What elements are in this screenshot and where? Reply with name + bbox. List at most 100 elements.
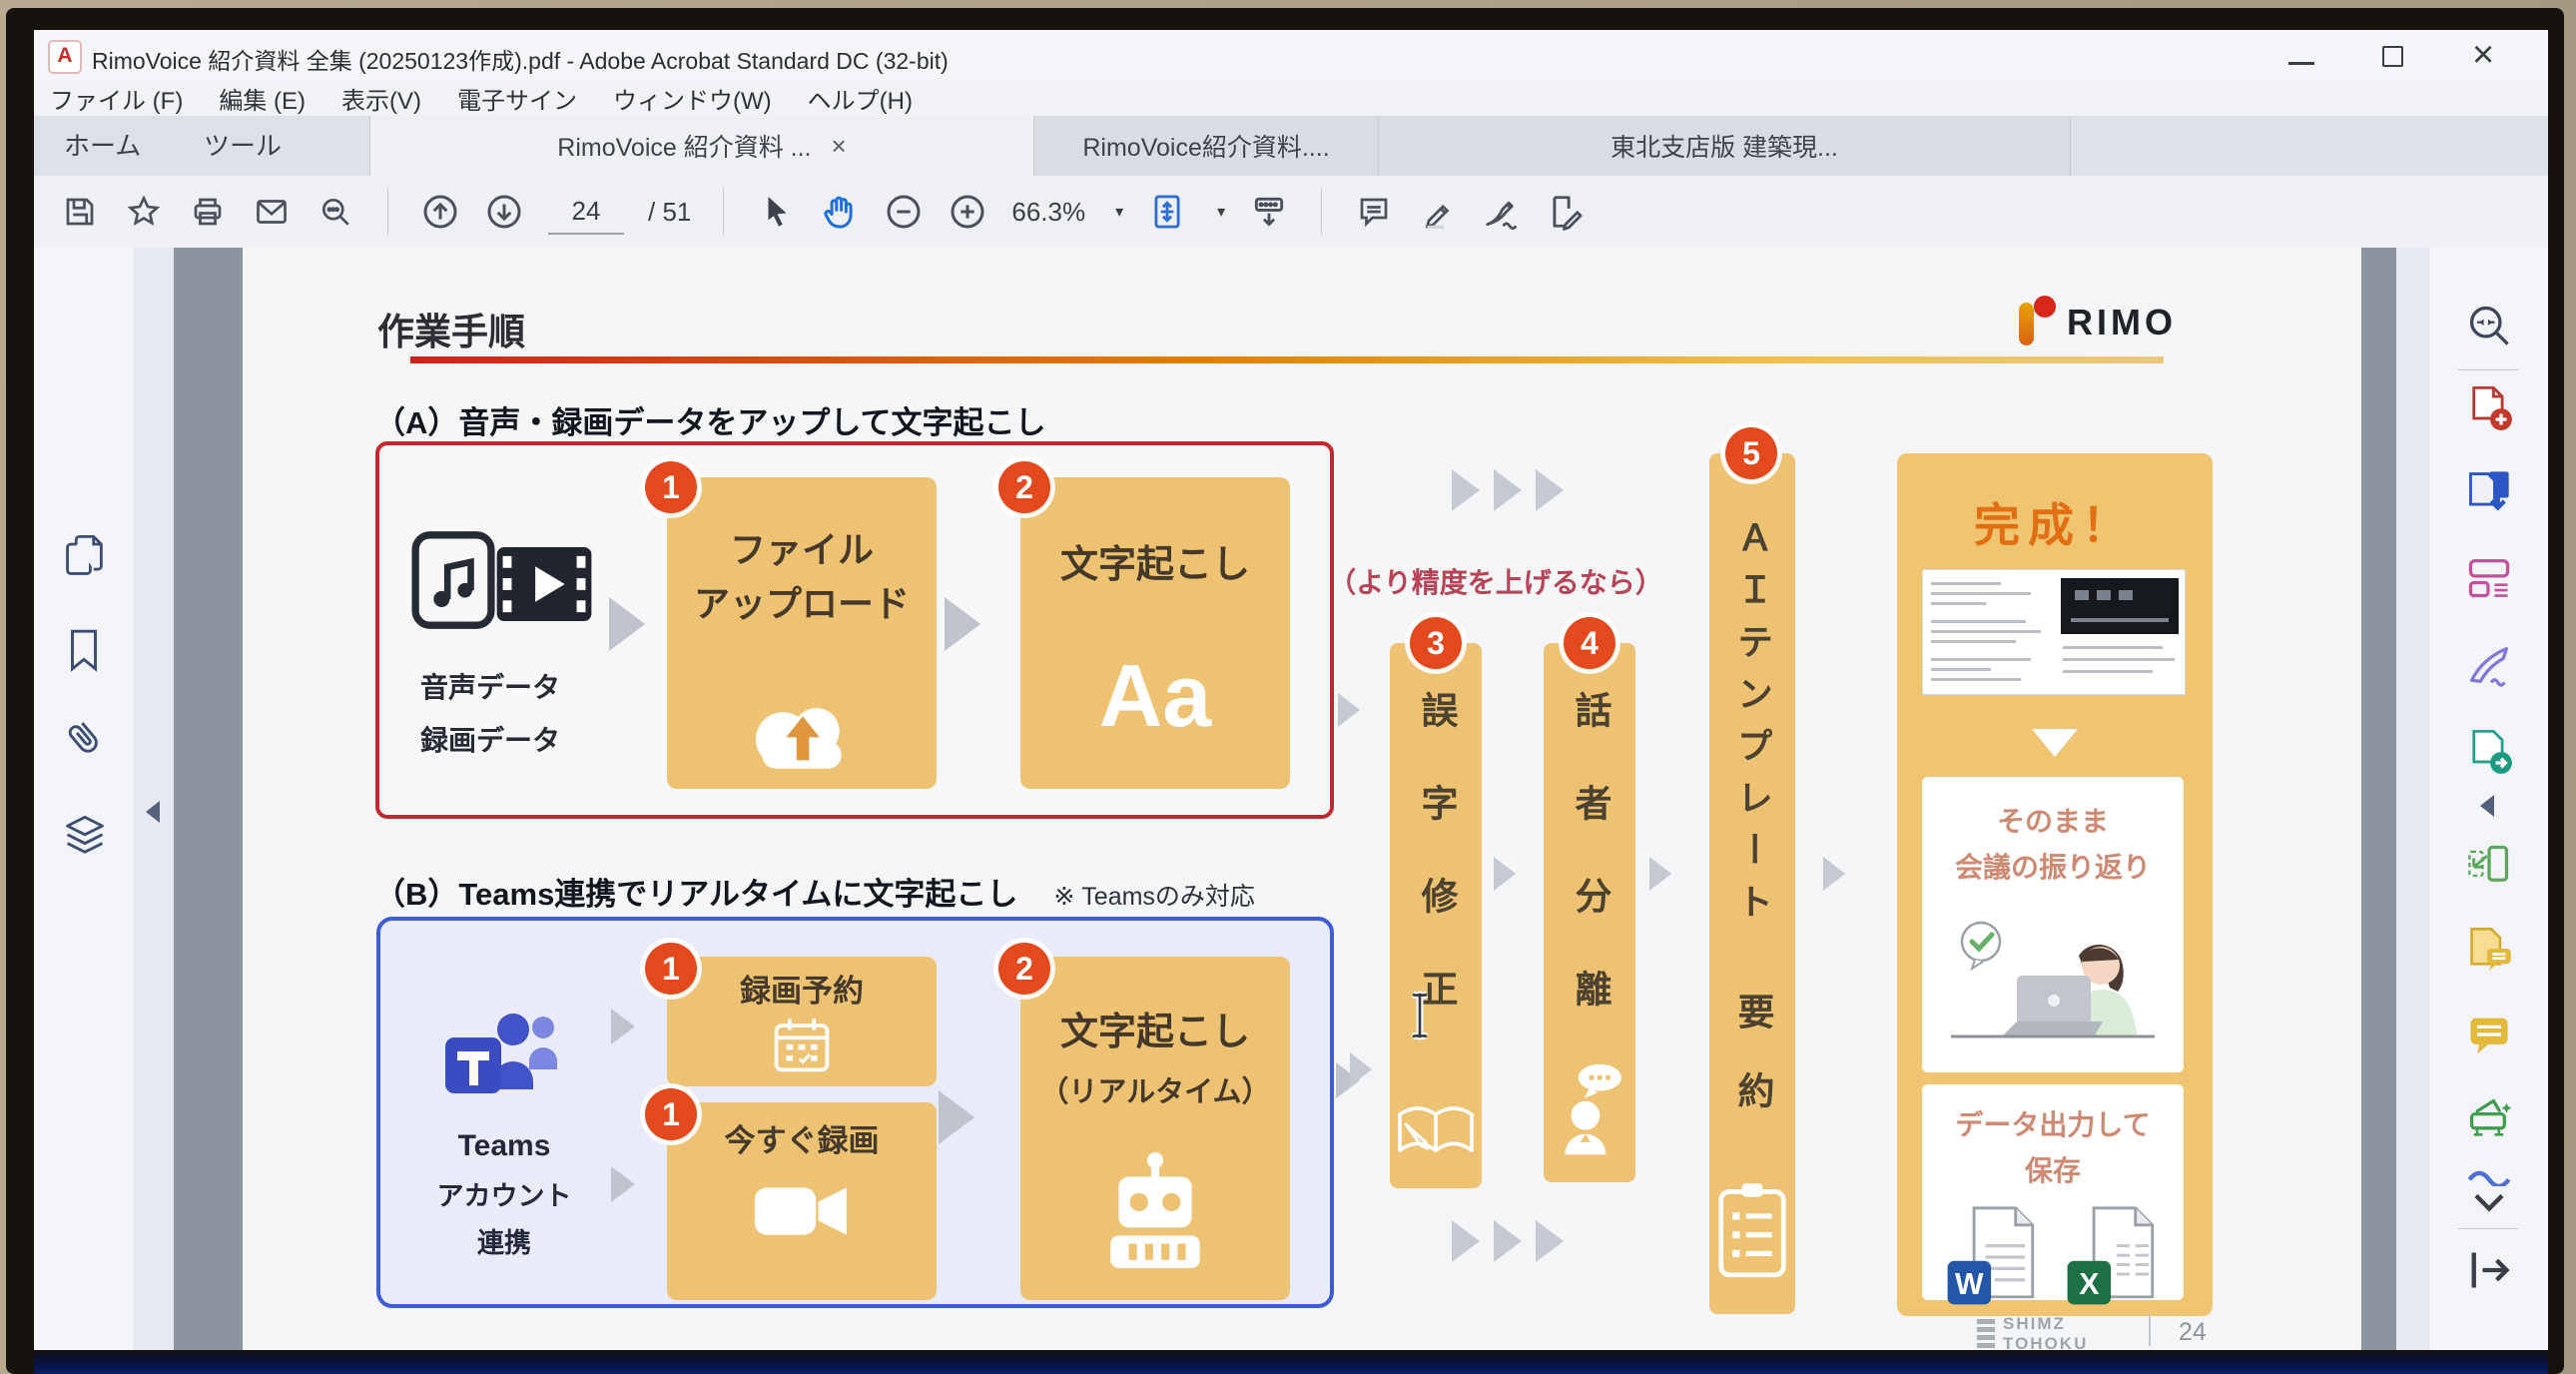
select-tool-icon[interactable] [756, 188, 796, 236]
print-icon[interactable] [188, 188, 228, 236]
create-pdf-icon[interactable] [2465, 383, 2513, 436]
rimo-logo: RIMO [2019, 296, 2179, 347]
step-badge-2b: 2 [998, 943, 1050, 995]
export-pdf-icon[interactable] [2465, 467, 2513, 520]
menu-edit[interactable]: 編集 (E) [219, 81, 306, 116]
edit-pdf-icon[interactable] [2465, 553, 2513, 606]
flow-arrow [1350, 1052, 1372, 1086]
star-icon[interactable] [124, 188, 164, 236]
expand-panel-icon[interactable] [2465, 1246, 2513, 1299]
highlight-icon[interactable] [1418, 188, 1458, 236]
find-zoom-icon[interactable] [2465, 302, 2513, 354]
email-icon[interactable] [252, 188, 292, 236]
step-badge-1b: 1 [645, 943, 697, 995]
result-column: 完成！ そのまま 会議の振り返り [1897, 453, 2213, 1316]
review-usage-card: そのまま 会議の振り返り [1922, 777, 2184, 1072]
panel-divider [2458, 369, 2518, 370]
attachments-icon[interactable] [62, 715, 106, 766]
organize-pages-icon[interactable] [2465, 841, 2513, 894]
menu-esign[interactable]: 電子サイン [457, 81, 577, 116]
restore-icon[interactable] [2382, 46, 2403, 67]
bookmarks-icon[interactable] [62, 627, 106, 678]
send-pdf-icon[interactable] [2465, 727, 2513, 780]
step-reserve-card: 録画予約 [667, 957, 937, 1086]
zoom-level-label[interactable]: 66.3% [1011, 197, 1085, 228]
review-document-icon[interactable] [2465, 925, 2513, 978]
doc-tab-label: RimoVoice紹介資料.... [1082, 128, 1329, 164]
cloud-upload-icon [739, 685, 865, 780]
doc-tab-3[interactable]: 東北支店版 建築現... [1378, 116, 2071, 176]
usage1-line1: そのまま [1922, 799, 2184, 845]
menu-help[interactable]: ヘルプ(H) [808, 81, 913, 116]
scan-ocr-icon[interactable] [2465, 1094, 2513, 1147]
tab-home[interactable]: ホーム [64, 116, 141, 176]
doc-tab-label: RimoVoice 紹介資料 ... [557, 128, 811, 164]
minimize-icon[interactable] [2288, 62, 2314, 65]
logo-line1: SHIMZ [2003, 1314, 2088, 1334]
step-badge-1: 1 [645, 461, 697, 513]
page-title: 作業手順 [377, 302, 525, 355]
step-transcribe-card: 文字起こし Aa [1020, 477, 1290, 789]
tab-tools[interactable]: ツール [204, 116, 282, 176]
more-tools-squiggle-icon[interactable] [2465, 1164, 2513, 1191]
layers-icon[interactable] [62, 813, 108, 866]
comment-icon[interactable] [1354, 188, 1394, 236]
previous-page-icon[interactable] [420, 188, 460, 236]
zoom-out-icon[interactable] [884, 188, 924, 236]
flow-arrow [609, 597, 645, 651]
realtime-label-line1: 文字起こし [1020, 957, 1290, 1061]
section-b-title: （B）Teams連携でリアルタイムに文字起こし [374, 877, 1017, 912]
collapse-left-panel-icon[interactable] [146, 801, 160, 823]
realtime-label-line2: （リアルタイム） [1020, 1071, 1290, 1115]
flow-arrow [1494, 469, 1522, 511]
shimizu-logo: SHIMZ TOHOKU [1977, 1314, 2088, 1350]
logo-line2: TOHOKU [2003, 1334, 2088, 1350]
menu-window[interactable]: ウィンドウ(W) [613, 81, 772, 116]
fit-caret-icon[interactable]: ▾ [1217, 202, 1225, 222]
flow-arrow [939, 1090, 974, 1144]
fill-sign-panel-icon[interactable] [2465, 641, 2513, 694]
next-page-icon[interactable] [484, 188, 524, 236]
ai-template-column: ＡＩテンプレート 要約 [1709, 453, 1795, 1314]
right-panel-strip [2396, 248, 2428, 1350]
save-icon[interactable] [60, 188, 100, 236]
usage1-line2: 会議の振り返り [1922, 845, 2184, 891]
menu-view[interactable]: 表示(V) [341, 81, 421, 116]
section-a-heading: （A）音声・録画データをアップして文字起こし [374, 397, 1045, 442]
fill-sign-icon[interactable] [1546, 188, 1586, 236]
ai-template-label: ＡＩテンプレート [1726, 519, 1778, 935]
usage2-line2: 保存 [1922, 1148, 2184, 1194]
teams-account-labels: Teams アカウント 連携 [409, 1120, 599, 1267]
usage2-line1: データ出力して [1922, 1102, 2184, 1148]
menu-file[interactable]: ファイル (F) [50, 81, 183, 116]
acrobat-window: A RimoVoice 紹介資料 全集 (20250123作成).pdf - A… [34, 30, 2548, 1350]
chevron-down-icon[interactable] [2465, 1190, 2513, 1221]
sign-icon[interactable] [1482, 188, 1522, 236]
tab-close-icon[interactable]: × [832, 131, 847, 162]
zoom-in-icon[interactable] [948, 188, 987, 236]
flow-arrow [611, 1009, 635, 1044]
acrobat-app-icon: A [48, 40, 82, 74]
slide-page-number: 24 [2179, 1318, 2207, 1347]
clipboard-icon [1714, 1181, 1790, 1286]
video-thumbnail [2061, 578, 2179, 634]
page-thumbnails-icon[interactable] [62, 532, 108, 585]
speaker-split-label: 話者分離 [1563, 691, 1616, 1062]
doc-tab-label: 東北支店版 建築現... [1610, 128, 1838, 164]
main-toolbar: / 51 66.3% ▾ ▾ [34, 176, 2548, 249]
collapse-right-panel-icon[interactable] [2480, 795, 2494, 817]
zoom-caret-icon[interactable]: ▾ [1115, 202, 1123, 222]
toolbar-pin-icon[interactable] [1249, 188, 1289, 236]
doc-tab-active[interactable]: RimoVoice 紹介資料 ... × [369, 116, 1034, 176]
woman-laptop-illustration [1941, 910, 2166, 1064]
hand-tool-icon[interactable] [820, 188, 860, 236]
doc-tab-2[interactable]: RimoVoice紹介資料.... [1033, 116, 1379, 176]
comment-panel-icon[interactable] [2465, 1011, 2513, 1063]
search-icon[interactable] [316, 188, 355, 236]
page-number-input[interactable] [548, 189, 624, 235]
speaker-icon [1553, 1059, 1626, 1164]
menu-bar: ファイル (F) 編集 (E) 表示(V) 電子サイン ウィンドウ(W) ヘルプ… [34, 80, 2548, 116]
close-icon[interactable]: × [2472, 32, 2494, 78]
fit-page-icon[interactable] [1147, 188, 1187, 236]
video-data-label: 録画データ [385, 714, 595, 767]
